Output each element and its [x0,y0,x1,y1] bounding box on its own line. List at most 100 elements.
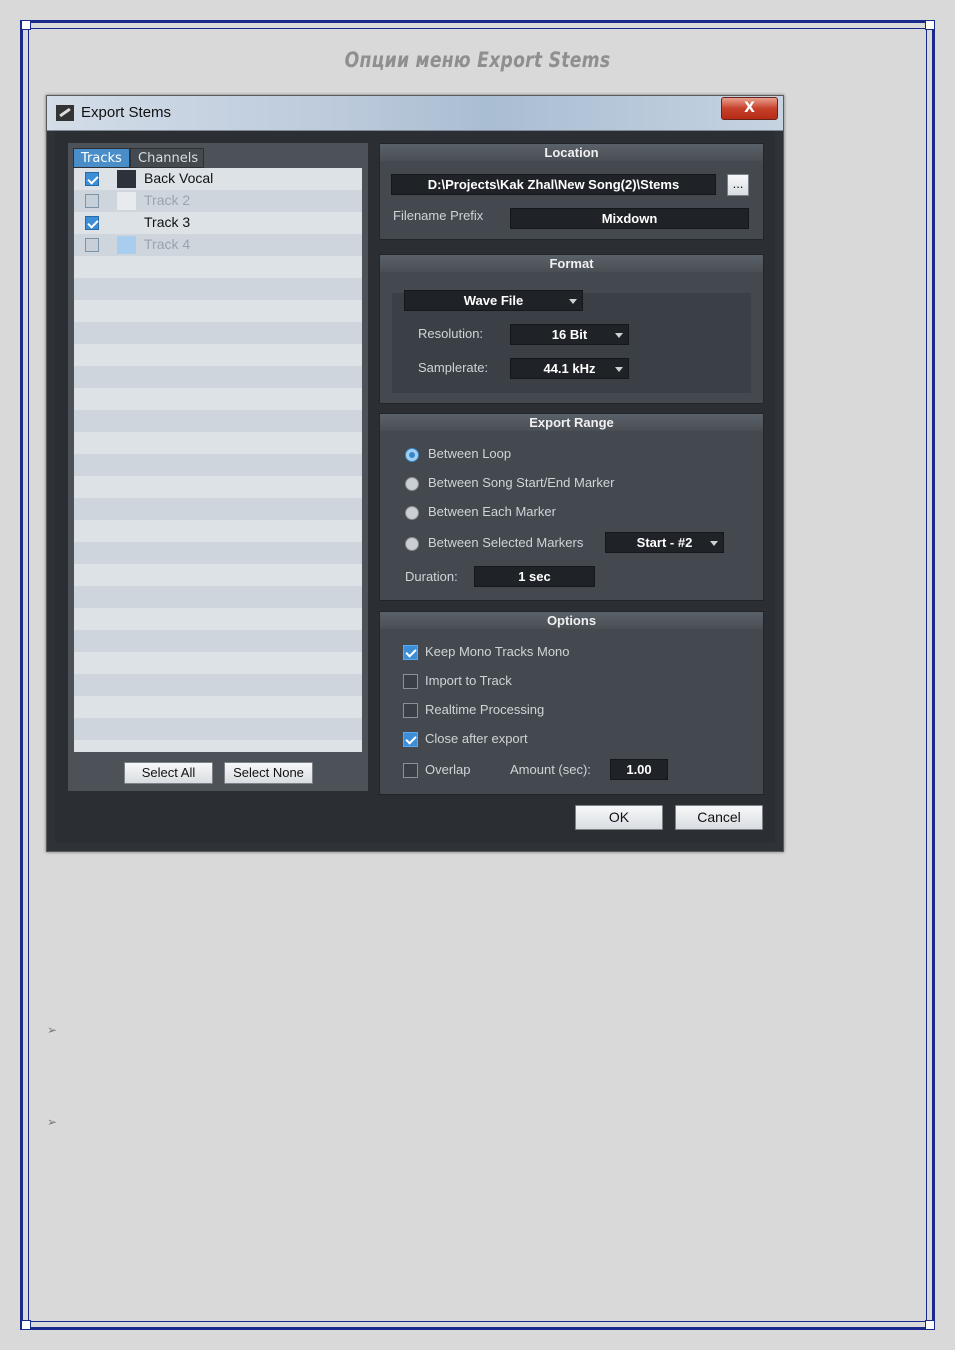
corner-ornament [925,20,935,30]
empty-row [74,630,362,652]
ok-button[interactable]: OK [575,805,663,830]
track-row[interactable]: Back Vocal [74,168,362,190]
location-path-field[interactable]: D:\Projects\Kak Zhal\New Song(2)\Stems [391,174,716,195]
page-heading: Опции меню Export Stems [344,48,611,72]
close-after-export-checkbox[interactable] [403,732,418,747]
option-label: Import to Track [425,673,512,688]
track-name: Track 4 [144,236,191,252]
empty-row [74,586,362,608]
marker-value: Start - #2 [636,535,693,550]
radio-between-loop[interactable] [405,448,419,462]
empty-row [74,476,362,498]
select-all-button[interactable]: Select All [124,762,213,784]
title-bar[interactable]: Export Stems X [47,96,783,131]
dialog-body: Tracks Channels Back Vocal Track 2 Track… [55,131,775,843]
track-name: Track 2 [144,192,191,208]
option-label: Keep Mono Tracks Mono [425,644,570,659]
section-heading: Format [380,255,763,272]
empty-row [74,278,362,300]
file-type-value: Wave File [463,293,524,308]
radio-label: Between Each Marker [428,504,556,519]
empty-row [74,718,362,740]
filename-prefix-label: Filename Prefix [393,208,484,223]
marker-dropdown[interactable]: Start - #2 [605,532,724,553]
track-color-swatch [117,214,136,232]
track-checkbox[interactable] [85,216,99,230]
track-panel: Tracks Channels Back Vocal Track 2 Track… [68,143,368,791]
empty-row [74,674,362,696]
dialog-title: Export Stems [81,104,172,121]
tab-channels[interactable]: Channels [130,148,204,168]
overlap-checkbox[interactable] [403,763,418,778]
samplerate-label: Samplerate: [418,360,489,375]
track-checkbox[interactable] [85,238,99,252]
empty-row [74,542,362,564]
radio-label: Between Song Start/End Marker [428,475,615,490]
close-button[interactable]: X [721,97,778,120]
browse-button[interactable]: ... [727,174,749,196]
empty-row [74,256,362,278]
duration-field[interactable]: 1 sec [474,566,595,587]
keep-mono-checkbox[interactable] [403,645,418,660]
empty-row [74,432,362,454]
corner-ornament [21,20,31,30]
amount-field[interactable]: 1.00 [610,759,668,780]
amount-label: Amount (sec): [510,762,591,777]
section-heading: Options [380,612,763,629]
option-label: Realtime Processing [425,702,545,717]
file-type-dropdown[interactable]: Wave File [404,290,583,311]
track-name: Back Vocal [144,170,214,186]
radio-label: Between Selected Markers [428,535,584,550]
empty-row [74,608,362,630]
tab-tracks[interactable]: Tracks [73,148,130,168]
track-color-swatch [117,192,136,210]
empty-row [74,300,362,322]
section-heading: Location [380,144,763,161]
export-stems-dialog: Export Stems X Tracks Channels Back Voca… [46,95,784,852]
track-row[interactable]: Track 3 [74,212,362,234]
empty-row [74,322,362,344]
options-section: Options Keep Mono Tracks Mono Import to … [379,611,764,795]
radio-label: Between Loop [428,446,512,461]
location-section: Location D:\Projects\Kak Zhal\New Song(2… [379,143,764,240]
empty-row [74,652,362,674]
bullet-marker: ➢ [47,1023,58,1037]
empty-row [74,388,362,410]
empty-row [74,366,362,388]
track-color-swatch [117,236,136,254]
samplerate-dropdown[interactable]: 44.1 kHz [510,358,629,379]
format-section: Format Wave File Resolution: 16 Bit Samp… [379,254,764,404]
corner-ornament [21,1320,31,1330]
samplerate-value: 44.1 kHz [543,361,596,376]
option-label: Overlap [425,762,471,777]
empty-row [74,520,362,542]
empty-row [74,564,362,586]
cancel-button[interactable]: Cancel [675,805,763,830]
track-row[interactable]: Track 4 [74,234,362,256]
resolution-value: 16 Bit [551,327,588,342]
app-icon [56,105,74,121]
empty-row [74,454,362,476]
track-list: Back Vocal Track 2 Track 3 Track 4 [74,168,362,752]
filename-prefix-field[interactable]: Mixdown [510,208,749,229]
empty-row [74,696,362,718]
track-checkbox[interactable] [85,172,99,186]
radio-between-selected-markers[interactable] [405,537,419,551]
radio-between-song-markers[interactable] [405,477,419,491]
bullet-marker: ➢ [47,1115,58,1129]
duration-label: Duration: [405,569,458,584]
resolution-label: Resolution: [418,326,484,341]
radio-between-each-marker[interactable] [405,506,419,520]
track-name: Track 3 [144,214,191,230]
export-range-section: Export Range Between Loop Between Song S… [379,413,764,601]
import-to-track-checkbox[interactable] [403,674,418,689]
select-none-button[interactable]: Select None [224,762,313,784]
realtime-processing-checkbox[interactable] [403,703,418,718]
corner-ornament [925,1320,935,1330]
empty-row [74,410,362,432]
track-row[interactable]: Track 2 [74,190,362,212]
option-label: Close after export [425,731,528,746]
resolution-dropdown[interactable]: 16 Bit [510,324,629,345]
track-checkbox[interactable] [85,194,99,208]
empty-row [74,740,362,752]
